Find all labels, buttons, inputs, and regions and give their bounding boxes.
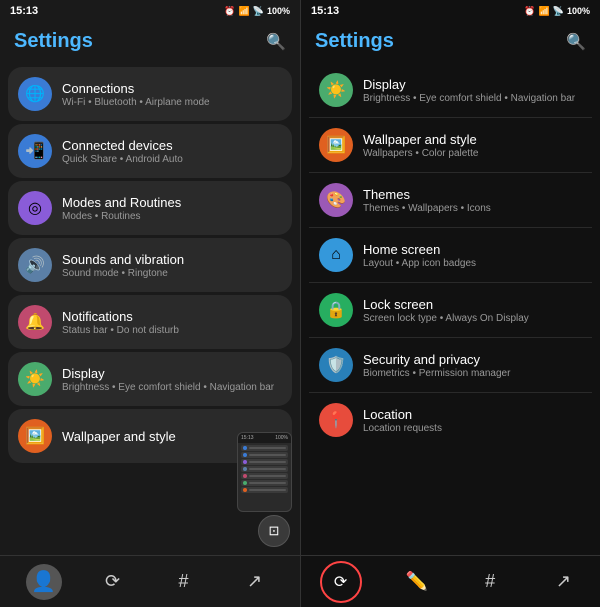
edit-icon: ✏️: [406, 571, 428, 592]
display-left-icon: ☀️: [18, 362, 52, 396]
modes-title: Modes and Routines: [62, 195, 181, 210]
setting-lock-screen[interactable]: 🔒 Lock screen Screen lock type • Always …: [309, 283, 592, 338]
modes-icon: ◎: [18, 191, 52, 225]
display-right-icon: ☀️: [319, 73, 353, 107]
setting-wallpaper-right[interactable]: 🖼️ Wallpaper and style Wallpapers • Colo…: [309, 118, 592, 173]
right-alarm-icon: ⏰: [524, 6, 535, 17]
left-battery: 100%: [267, 6, 290, 16]
wifi-icon: 📡: [253, 6, 264, 17]
display-left-title: Display: [62, 366, 274, 381]
setting-connections[interactable]: 🌐 Connections Wi-Fi • Bluetooth • Airpla…: [8, 67, 292, 121]
right-wifi-icon: 📡: [553, 6, 564, 17]
display-right-subtitle: Brightness • Eye comfort shield • Naviga…: [363, 93, 575, 104]
left-nav-hash[interactable]: #: [164, 562, 204, 602]
setting-notifications[interactable]: 🔔 Notifications Status bar • Do not dist…: [8, 295, 292, 349]
thumbnail-preview: 15:13 100%: [237, 432, 292, 512]
screenshot-icon: ⊡: [269, 523, 280, 539]
right-settings-list: ☀️ Display Brightness • Eye comfort shie…: [301, 63, 600, 607]
lock-screen-icon: 🔒: [319, 293, 353, 327]
display-left-subtitle: Brightness • Eye comfort shield • Naviga…: [62, 382, 274, 393]
screenshot-fab[interactable]: ⊡: [258, 515, 290, 547]
security-icon: 🛡️: [319, 348, 353, 382]
right-nav-edit[interactable]: ✏️: [399, 564, 435, 600]
wallpaper-right-icon: 🖼️: [319, 128, 353, 162]
wallpaper-right-title: Wallpaper and style: [363, 132, 478, 147]
right-status-bar: 15:13 ⏰ 📶 📡 100%: [301, 0, 600, 22]
hash-icon: #: [485, 571, 495, 592]
left-nav-share[interactable]: ↗: [235, 562, 275, 602]
display-right-title: Display: [363, 77, 575, 92]
left-title: Settings: [14, 30, 93, 53]
connections-icon: 🌐: [18, 77, 52, 111]
wallpaper-left-icon: 🖼️: [18, 419, 52, 453]
location-icon: 📍: [319, 403, 353, 437]
right-battery: 100%: [567, 6, 590, 16]
setting-sounds[interactable]: 🔊 Sounds and vibration Sound mode • Ring…: [8, 238, 292, 292]
notifications-icon: 🔔: [18, 305, 52, 339]
security-subtitle: Biometrics • Permission manager: [363, 368, 510, 379]
sounds-subtitle: Sound mode • Ringtone: [62, 268, 184, 279]
setting-connected-devices[interactable]: 📲 Connected devices Quick Share • Androi…: [8, 124, 292, 178]
setting-location[interactable]: 📍 Location Location requests: [309, 393, 592, 447]
location-title: Location: [363, 407, 442, 422]
left-settings-list: 🌐 Connections Wi-Fi • Bluetooth • Airpla…: [0, 63, 300, 607]
right-screen: 15:13 ⏰ 📶 📡 100% Settings 🔍 ☀️ Display B…: [301, 0, 600, 607]
recents-active-icon: ⟳: [334, 572, 347, 592]
home-screen-icon: ⌂: [319, 238, 353, 272]
right-nav-recents-active[interactable]: ⟳: [320, 561, 362, 603]
left-bottom-nav: 👤 ⟳ # ↗: [0, 555, 300, 607]
sounds-icon: 🔊: [18, 248, 52, 282]
right-bottom-nav: ⟳ ✏️ # ↗: [301, 555, 600, 607]
right-search-icon[interactable]: 🔍: [566, 32, 586, 52]
setting-security[interactable]: 🛡️ Security and privacy Biometrics • Per…: [309, 338, 592, 393]
connected-devices-subtitle: Quick Share • Android Auto: [62, 154, 183, 165]
left-header: Settings 🔍: [0, 22, 300, 63]
right-status-icons: ⏰ 📶 📡 100%: [524, 6, 590, 17]
avatar-icon: 👤: [31, 569, 56, 594]
themes-subtitle: Themes • Wallpapers • Icons: [363, 203, 491, 214]
left-time: 15:13: [10, 5, 38, 17]
modes-subtitle: Modes • Routines: [62, 211, 181, 222]
themes-icon: 🎨: [319, 183, 353, 217]
alarm-icon: ⏰: [224, 6, 235, 17]
left-status-icons: ⏰ 📶 📡 100%: [224, 6, 290, 17]
share-icon: ↗: [556, 571, 571, 592]
connections-title: Connections: [62, 81, 210, 96]
location-subtitle: Location requests: [363, 423, 442, 434]
signal-icon: 📶: [239, 6, 250, 17]
left-search-icon[interactable]: 🔍: [266, 32, 286, 52]
home-screen-subtitle: Layout • App icon badges: [363, 258, 476, 269]
connected-devices-title: Connected devices: [62, 138, 183, 153]
setting-display-left[interactable]: ☀️ Display Brightness • Eye comfort shie…: [8, 352, 292, 406]
wallpaper-left-title: Wallpaper and style: [62, 429, 176, 444]
setting-modes[interactable]: ◎ Modes and Routines Modes • Routines: [8, 181, 292, 235]
lock-screen-subtitle: Screen lock type • Always On Display: [363, 313, 529, 324]
right-time: 15:13: [311, 5, 339, 17]
right-signal-icon: 📶: [539, 6, 550, 17]
lock-screen-title: Lock screen: [363, 297, 529, 312]
setting-home-screen[interactable]: ⌂ Home screen Layout • App icon badges: [309, 228, 592, 283]
right-header: Settings 🔍: [301, 22, 600, 63]
right-nav-hash[interactable]: #: [472, 564, 508, 600]
left-nav-recents[interactable]: ⟳: [93, 562, 133, 602]
sounds-title: Sounds and vibration: [62, 252, 184, 267]
themes-title: Themes: [363, 187, 491, 202]
setting-display-right[interactable]: ☀️ Display Brightness • Eye comfort shie…: [309, 63, 592, 118]
left-nav-avatar[interactable]: 👤: [26, 564, 62, 600]
connections-subtitle: Wi-Fi • Bluetooth • Airplane mode: [62, 97, 210, 108]
home-screen-title: Home screen: [363, 242, 476, 257]
right-nav-share[interactable]: ↗: [545, 564, 581, 600]
wallpaper-right-subtitle: Wallpapers • Color palette: [363, 148, 478, 159]
setting-themes[interactable]: 🎨 Themes Themes • Wallpapers • Icons: [309, 173, 592, 228]
right-title: Settings: [315, 30, 394, 53]
notifications-subtitle: Status bar • Do not disturb: [62, 325, 179, 336]
notifications-title: Notifications: [62, 309, 179, 324]
connected-devices-icon: 📲: [18, 134, 52, 168]
security-title: Security and privacy: [363, 352, 510, 367]
left-status-bar: 15:13 ⏰ 📶 📡 100%: [0, 0, 300, 22]
